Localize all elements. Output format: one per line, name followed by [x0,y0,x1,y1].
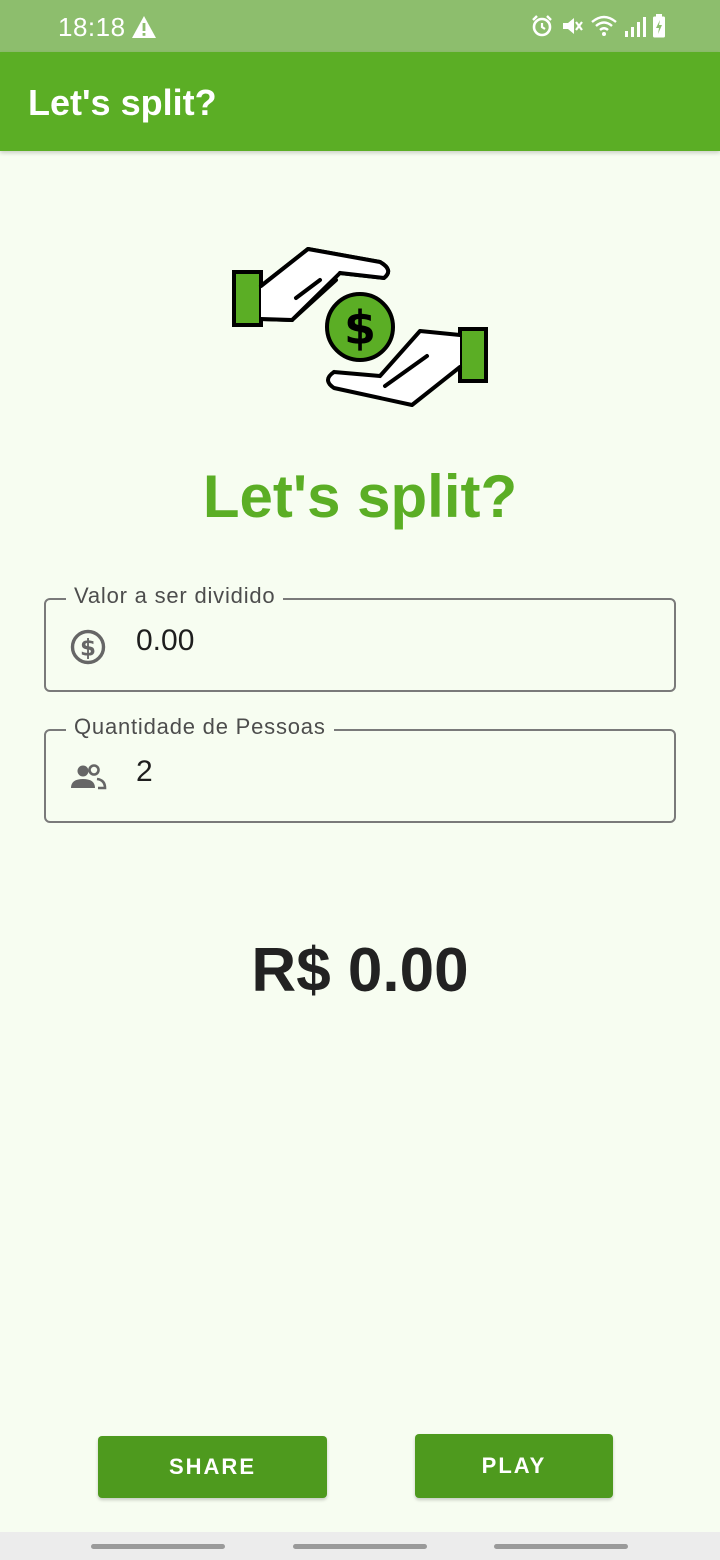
people-field[interactable]: Quantidade de Pessoas 2 [44,714,676,823]
people-input[interactable]: 2 [136,755,153,789]
warning-icon [132,16,156,38]
nav-home-handle[interactable] [293,1544,427,1549]
people-icon [71,764,107,790]
wifi-icon [591,15,617,36]
navigation-bar [0,1532,720,1560]
share-button[interactable]: SHARE [98,1436,327,1498]
status-bar: 18:18 [0,0,720,52]
mute-icon [563,18,583,34]
amount-input[interactable]: 0.00 [136,624,194,658]
play-button[interactable]: PLAY [415,1434,613,1498]
svg-text:$: $ [344,301,376,355]
nav-back-handle[interactable] [494,1544,628,1549]
amount-field[interactable]: Valor a ser dividido $ 0.00 [44,583,676,692]
app-bar-title: Let's split? [28,82,217,123]
people-field-label: Quantidade de Pessoas [66,714,334,740]
svg-text:$: $ [80,636,96,662]
amount-field-label: Valor a ser dividido [66,583,284,609]
hero-title: Let's split? [202,463,518,530]
dollar-circle-icon: $ [70,629,106,665]
result-amount: R$ 0.00 [251,936,469,1005]
nav-recents-handle[interactable] [91,1544,225,1549]
battery-icon [653,14,665,38]
hands-exchanging-coin-icon: $ [232,247,488,407]
app-bar: Let's split? [0,52,720,151]
status-icons [530,14,666,38]
status-time: 18:18 [58,12,126,42]
signal-icon [625,17,646,37]
alarm-icon [532,15,552,37]
